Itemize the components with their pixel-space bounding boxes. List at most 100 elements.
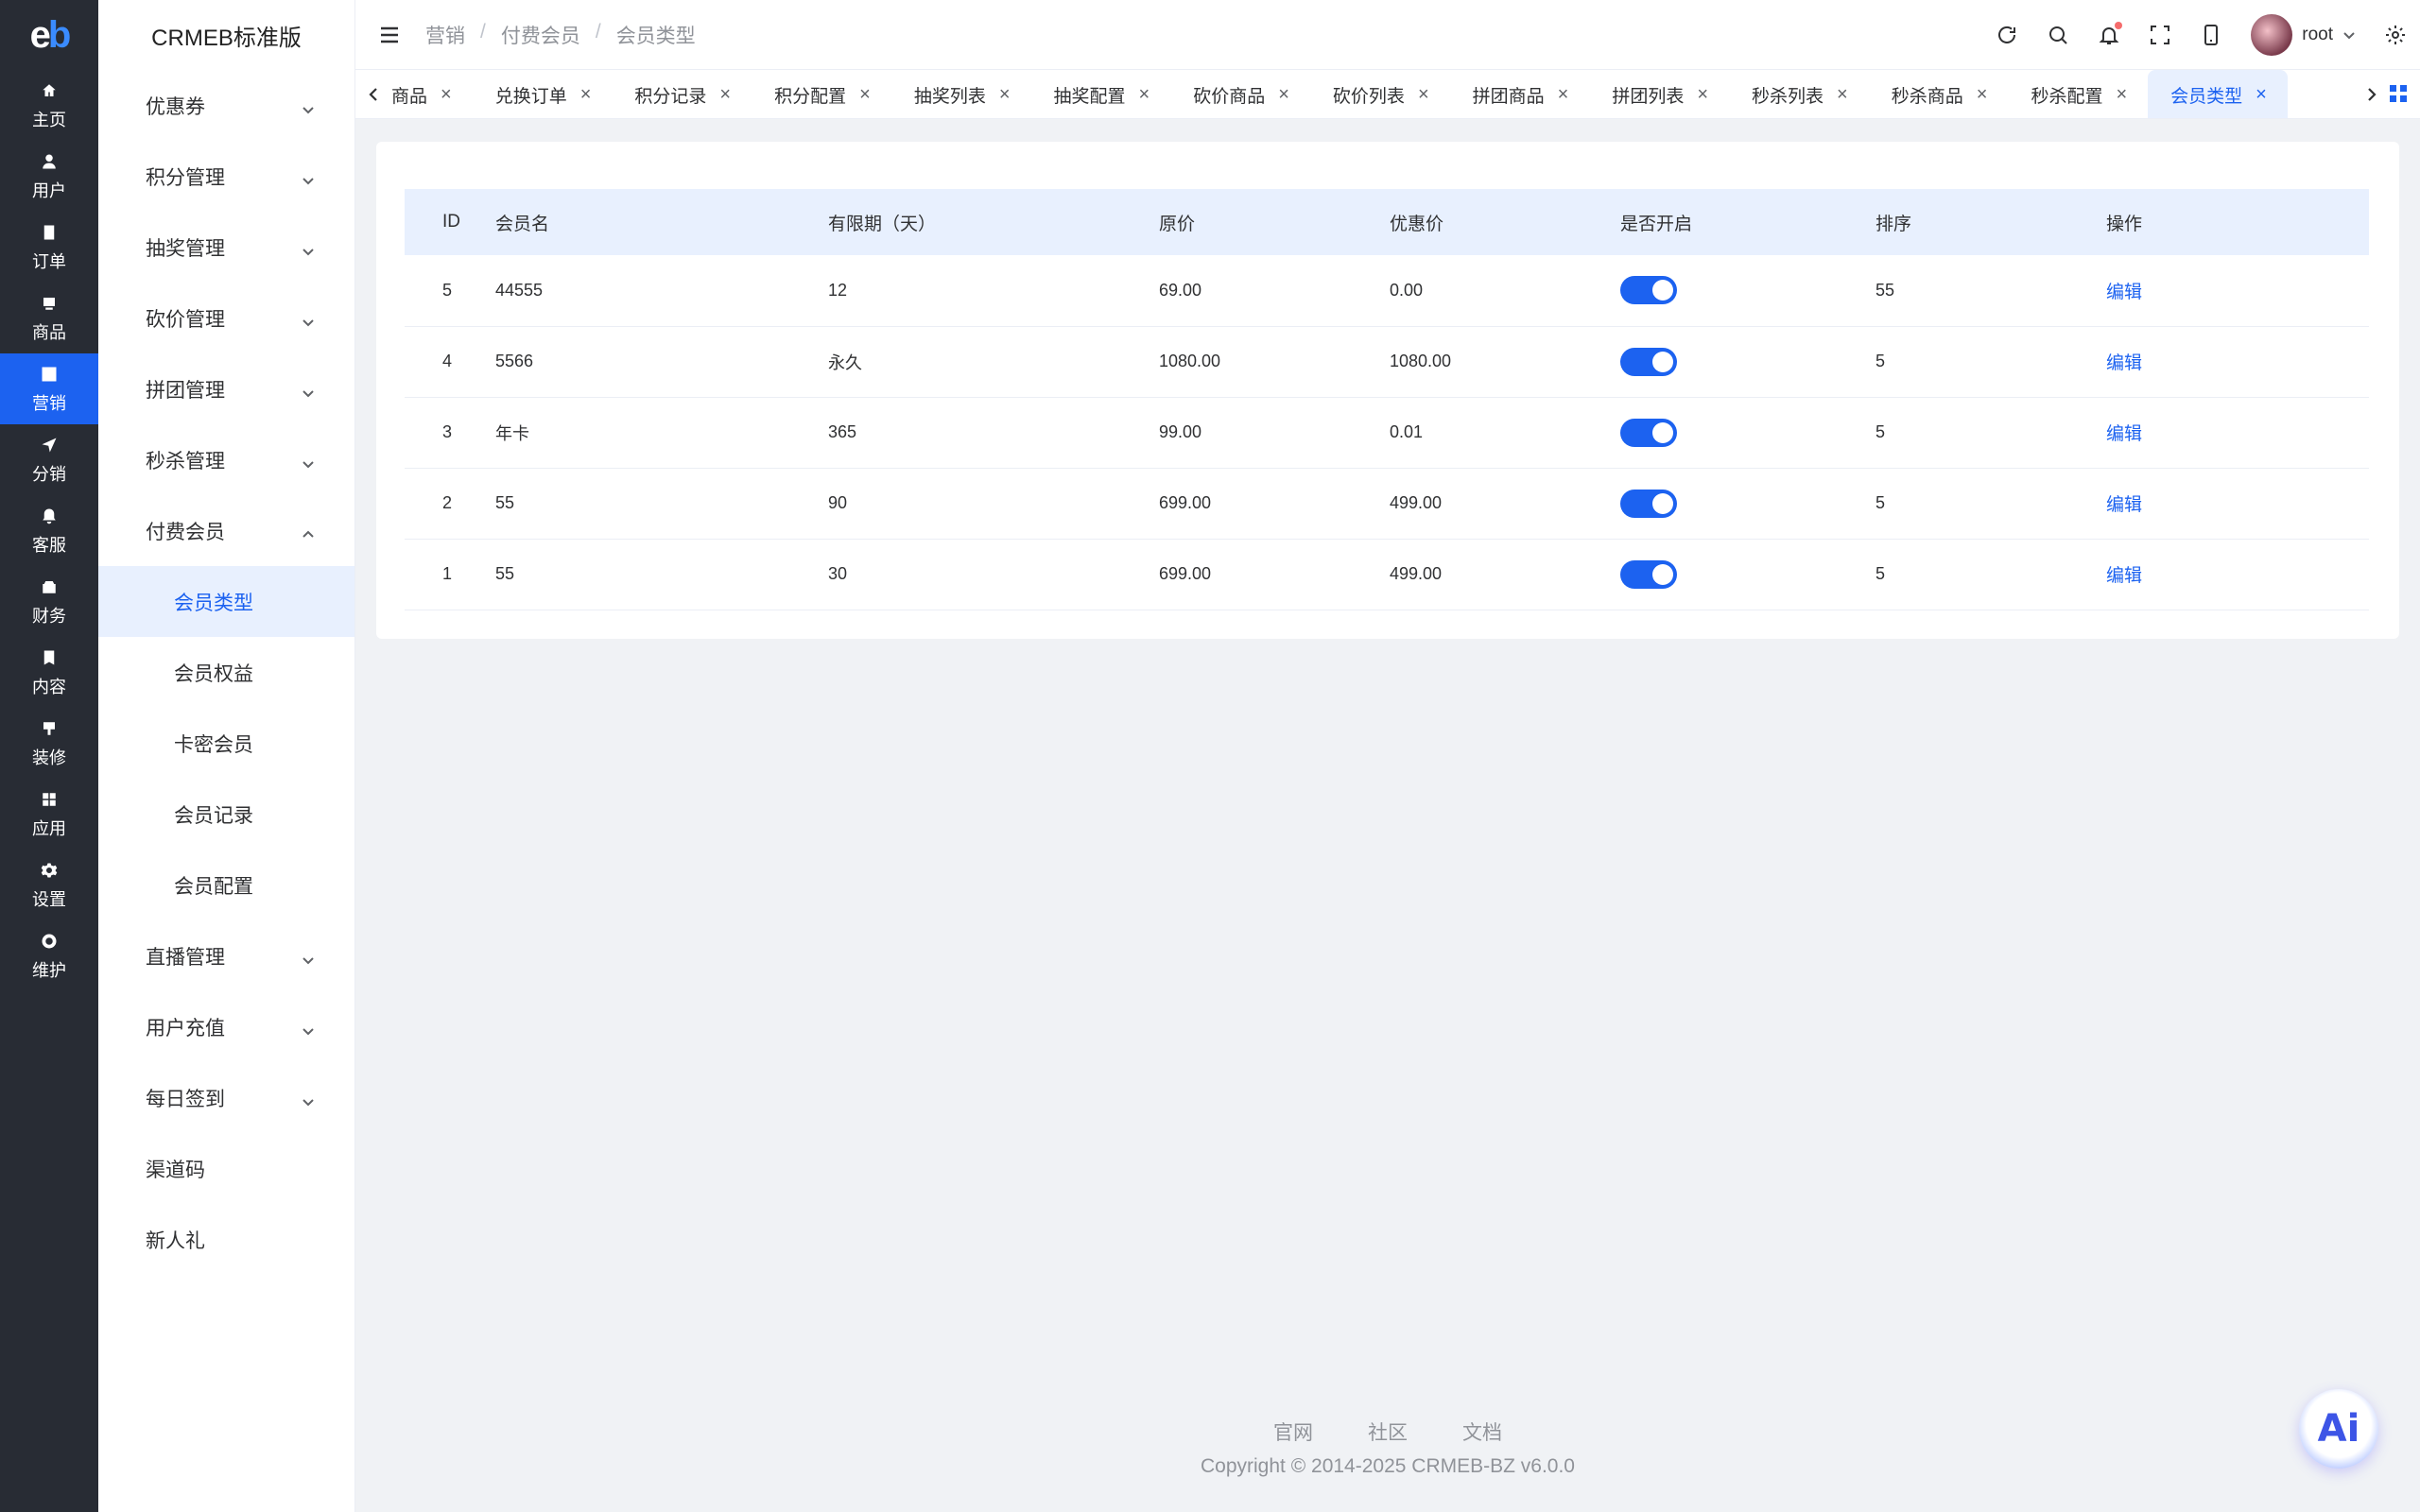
cell-name: 55 bbox=[495, 564, 515, 583]
footer-link-community[interactable]: 社区 bbox=[1368, 1418, 1408, 1446]
sidebar-item-channel-code[interactable]: 渠道码 bbox=[98, 1133, 354, 1204]
notification-icon[interactable] bbox=[2098, 22, 2123, 46]
sidebar-item-recharge[interactable]: 用户充值 bbox=[98, 991, 354, 1062]
close-icon[interactable]: × bbox=[1837, 84, 1848, 106]
sidebar-subitem-member-config[interactable]: 会员配置 bbox=[98, 850, 354, 920]
tab-lottery-list[interactable]: 抽奖列表 × bbox=[891, 70, 1031, 118]
chevron-down-icon bbox=[302, 1021, 315, 1035]
tab-points-config[interactable]: 积分配置 × bbox=[752, 70, 891, 118]
mobile-preview-icon[interactable] bbox=[2200, 24, 2222, 46]
rail-item-distribution[interactable]: 分销 bbox=[0, 424, 98, 495]
enabled-toggle[interactable] bbox=[1620, 347, 1677, 376]
tab-exchange-order[interactable]: 兑换订单 × bbox=[473, 70, 613, 118]
close-icon[interactable]: × bbox=[1697, 84, 1708, 106]
sidebar-item-bargain[interactable]: 砍价管理 bbox=[98, 283, 354, 353]
tab-label: 会员类型 bbox=[2170, 86, 2243, 107]
tab-points-record[interactable]: 积分记录 × bbox=[612, 70, 752, 118]
rail-item-content[interactable]: 内容 bbox=[0, 637, 98, 708]
close-icon[interactable]: × bbox=[999, 84, 1011, 106]
rail-item-product[interactable]: 商品 bbox=[0, 283, 98, 353]
tab-seckill-product[interactable]: 秒杀商品 × bbox=[1869, 70, 2009, 118]
enabled-toggle[interactable] bbox=[1620, 559, 1677, 589]
breadcrumb-separator: / bbox=[595, 20, 601, 43]
sidebar-item-points[interactable]: 积分管理 bbox=[98, 141, 354, 212]
close-icon[interactable]: × bbox=[1278, 84, 1289, 106]
tabs-scroll-right-icon[interactable] bbox=[2358, 70, 2384, 118]
rail-item-apps[interactable]: 应用 bbox=[0, 779, 98, 850]
rail-item-order[interactable]: 订单 bbox=[0, 212, 98, 283]
sidebar-subitem-member-rights[interactable]: 会员权益 bbox=[98, 637, 354, 708]
close-icon[interactable]: × bbox=[441, 84, 452, 106]
footer-link-official-site[interactable]: 官网 bbox=[1273, 1418, 1313, 1446]
close-icon[interactable]: × bbox=[1418, 84, 1429, 106]
tab-seckill-list[interactable]: 秒杀列表 × bbox=[1729, 70, 1869, 118]
rail-item-home[interactable]: 主页 bbox=[0, 70, 98, 141]
ai-assistant-button[interactable]: Ai bbox=[2299, 1389, 2378, 1469]
top-header: 营销 / 付费会员 / 会员类型 root bbox=[355, 0, 2420, 70]
sidebar-item-label: 每日签到 bbox=[146, 1088, 225, 1110]
rail-item-maintenance[interactable]: 维护 bbox=[0, 920, 98, 991]
sidebar-subitem-member-record[interactable]: 会员记录 bbox=[98, 779, 354, 850]
column-header-price: 原价 bbox=[1159, 214, 1196, 234]
edit-link[interactable]: 编辑 bbox=[2106, 353, 2142, 373]
tab-label: 拼团商品 bbox=[1472, 86, 1545, 107]
user-menu[interactable]: root bbox=[2251, 14, 2356, 56]
footer-link-docs[interactable]: 文档 bbox=[1462, 1418, 1502, 1446]
tab-group-list[interactable]: 拼团列表 × bbox=[1589, 70, 1729, 118]
sidebar-item-coupon[interactable]: 优惠券 bbox=[98, 70, 354, 141]
sidebar-subitem-member-type[interactable]: 会员类型 bbox=[98, 566, 354, 637]
rail-item-service[interactable]: 客服 bbox=[0, 495, 98, 566]
enabled-toggle[interactable] bbox=[1620, 489, 1677, 518]
sidebar-item-group-buy[interactable]: 拼团管理 bbox=[98, 353, 354, 424]
sidebar-item-paid-member[interactable]: 付费会员 bbox=[98, 495, 354, 566]
close-icon[interactable]: × bbox=[1977, 84, 1988, 106]
close-icon[interactable]: × bbox=[2256, 84, 2267, 106]
sidebar-item-newcomer-gift[interactable]: 新人礼 bbox=[98, 1204, 354, 1275]
rail-item-settings[interactable]: 设置 bbox=[0, 850, 98, 920]
tab-group-product[interactable]: 拼团商品 × bbox=[1450, 70, 1590, 118]
tabs-bar: 商品 × 兑换订单 × 积分记录 × 积分配置 × 抽奖列表 × 抽奖配置 × 砍价商品 × … bbox=[355, 70, 2420, 119]
close-icon[interactable]: × bbox=[1139, 84, 1150, 106]
tab-product[interactable]: 商品 × bbox=[388, 70, 473, 118]
gear-icon[interactable] bbox=[2384, 24, 2407, 46]
close-icon[interactable]: × bbox=[2116, 84, 2127, 106]
search-icon[interactable] bbox=[2047, 24, 2069, 46]
close-icon[interactable]: × bbox=[719, 84, 731, 106]
edit-link[interactable]: 编辑 bbox=[2106, 566, 2142, 586]
table-row: 2 55 90 699.00 499.00 5 编辑 bbox=[405, 468, 2369, 539]
edit-link[interactable]: 编辑 bbox=[2106, 495, 2142, 515]
marketing-icon bbox=[39, 364, 60, 385]
cell-validity: 365 bbox=[828, 422, 857, 441]
tab-lottery-config[interactable]: 抽奖配置 × bbox=[1031, 70, 1171, 118]
tab-bargain-product[interactable]: 砍价商品 × bbox=[1170, 70, 1310, 118]
cell-validity: 永久 bbox=[828, 352, 862, 372]
rail-item-marketing[interactable]: 营销 bbox=[0, 353, 98, 424]
tab-seckill-config[interactable]: 秒杀配置 × bbox=[2008, 70, 2148, 118]
breadcrumb-item[interactable]: 营销 bbox=[425, 21, 465, 49]
fullscreen-icon[interactable] bbox=[2149, 24, 2171, 46]
tabs-scroll-left-icon[interactable] bbox=[361, 70, 388, 118]
refresh-icon[interactable] bbox=[1996, 24, 2018, 46]
tab-member-type[interactable]: 会员类型 × bbox=[2148, 70, 2288, 118]
sidebar-item-live[interactable]: 直播管理 bbox=[98, 920, 354, 991]
menu-toggle-icon[interactable] bbox=[378, 24, 401, 46]
close-icon[interactable]: × bbox=[859, 84, 871, 106]
logo[interactable]: eb bbox=[0, 0, 98, 70]
tab-label: 抽奖列表 bbox=[913, 86, 986, 107]
sidebar-item-lottery[interactable]: 抽奖管理 bbox=[98, 212, 354, 283]
sidebar-item-checkin[interactable]: 每日签到 bbox=[98, 1062, 354, 1133]
enabled-toggle[interactable] bbox=[1620, 276, 1677, 305]
edit-link[interactable]: 编辑 bbox=[2106, 283, 2142, 302]
close-icon[interactable]: × bbox=[1558, 84, 1569, 106]
tabs-menu-grid-icon[interactable] bbox=[2388, 83, 2409, 104]
sidebar-subitem-card-member[interactable]: 卡密会员 bbox=[98, 708, 354, 779]
tab-bargain-list[interactable]: 砍价列表 × bbox=[1310, 70, 1450, 118]
rail-item-user[interactable]: 用户 bbox=[0, 141, 98, 212]
sidebar-item-seckill[interactable]: 秒杀管理 bbox=[98, 424, 354, 495]
edit-link[interactable]: 编辑 bbox=[2106, 424, 2142, 444]
close-icon[interactable]: × bbox=[580, 84, 592, 106]
enabled-toggle[interactable] bbox=[1620, 418, 1677, 447]
rail-item-finance[interactable]: 财务 bbox=[0, 566, 98, 637]
rail-item-decorate[interactable]: 装修 bbox=[0, 708, 98, 779]
breadcrumb-item[interactable]: 付费会员 bbox=[501, 21, 580, 49]
